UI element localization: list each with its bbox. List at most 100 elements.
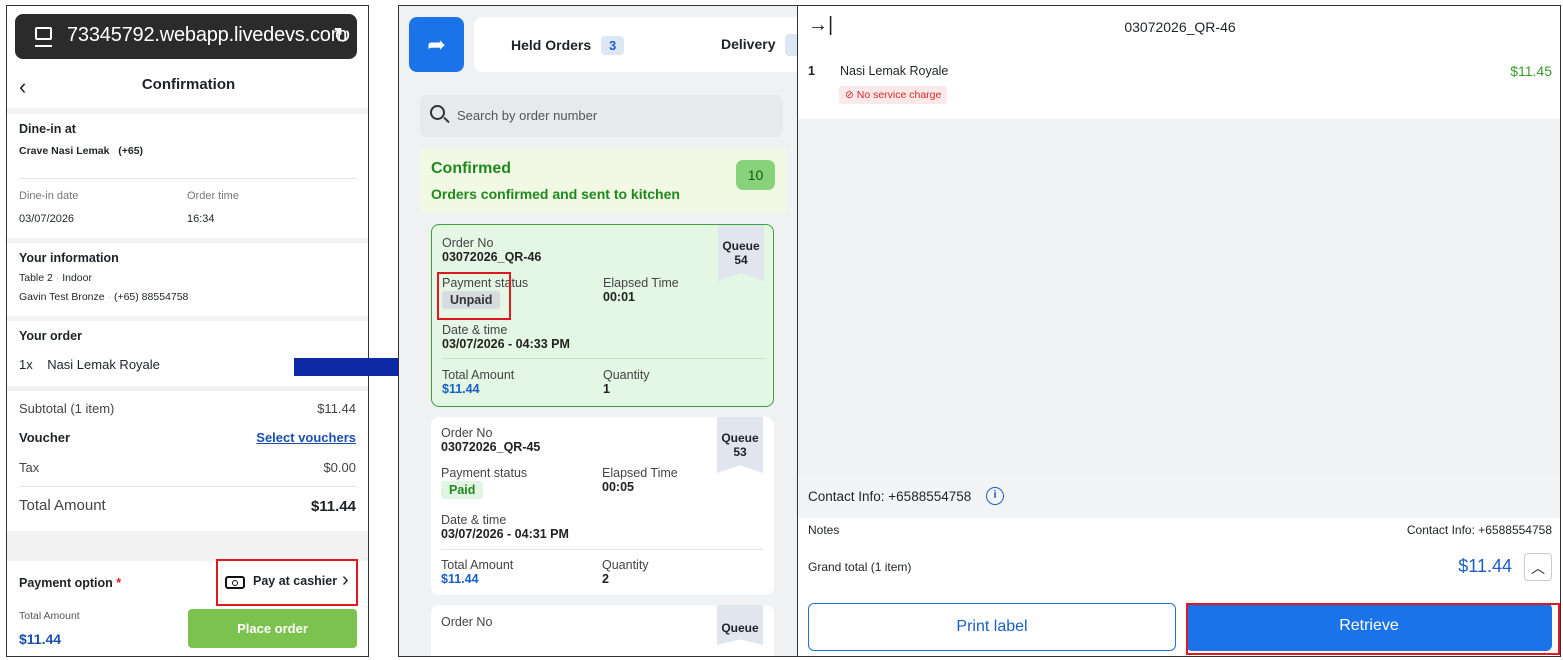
order-no-label: Order No bbox=[442, 236, 494, 250]
customer-confirmation-panel: 73345792.webapp.livedevs.com ↻ ‹ Confirm… bbox=[6, 5, 369, 657]
queue-tag: Queue bbox=[717, 605, 763, 645]
order-tabs: Held Orders 3 Delivery bbox=[474, 17, 797, 72]
cash-icon bbox=[225, 576, 245, 589]
chevron-right-icon: › bbox=[342, 569, 349, 591]
page-title: Confirmation bbox=[141, 76, 236, 93]
queue-tag: Queue 54 bbox=[718, 225, 764, 281]
divider bbox=[19, 486, 357, 487]
total-label: Total Amount bbox=[441, 558, 514, 572]
back-reply-button[interactable]: ➦ bbox=[409, 17, 464, 72]
retrieve-highlight bbox=[1186, 603, 1560, 655]
tabs-icon[interactable] bbox=[35, 27, 52, 47]
datetime-value: 03/07/2026 - 04:31 PM bbox=[441, 527, 569, 541]
payment-method-label: Pay at cashier bbox=[253, 574, 338, 588]
item-price: $11.45 bbox=[1510, 63, 1552, 79]
notes-label: Notes bbox=[808, 523, 840, 537]
quantity-label: Quantity bbox=[602, 558, 649, 572]
elapsed-label: Elapsed Time bbox=[602, 466, 678, 480]
queue-tag: Queue 53 bbox=[717, 417, 763, 473]
total-label: Total Amount bbox=[442, 368, 515, 382]
dine-in-date-label: Dine-in date bbox=[19, 190, 79, 202]
dine-in-date-value: 03/07/2026 bbox=[19, 213, 75, 225]
elapsed-value: 00:01 bbox=[603, 290, 635, 304]
payment-status-label: Payment status bbox=[441, 466, 528, 480]
table-info: Table 2 · Indoor bbox=[19, 272, 92, 284]
reload-icon[interactable]: ↻ bbox=[333, 23, 351, 49]
order-no-value: 03072026_QR-45 bbox=[441, 440, 541, 454]
payment-option-label: Payment option * bbox=[19, 576, 122, 590]
spacer-band bbox=[7, 531, 368, 561]
customer-info: Gavin Test Bronze · (+65) 88554758 bbox=[19, 291, 189, 303]
elapsed-label: Elapsed Time bbox=[603, 276, 679, 290]
divider bbox=[441, 549, 763, 550]
section-subtitle: Orders confirmed and sent to kitchen bbox=[431, 186, 680, 202]
contact-info-bar: Contact Info: +6588554758 i bbox=[798, 474, 1560, 518]
status-badge-paid: Paid bbox=[441, 481, 484, 499]
subtotal-value: $11.44 bbox=[317, 401, 356, 416]
no-service-charge-badge: ⊘ No service charge bbox=[839, 86, 948, 104]
item-list-empty-area bbox=[798, 119, 1560, 474]
elapsed-value: 00:05 bbox=[602, 480, 634, 494]
no-symbol-icon: ⊘ bbox=[845, 89, 854, 101]
order-search-input[interactable]: Search by order number bbox=[420, 95, 783, 137]
order-title: 03072026_QR-46 bbox=[1124, 19, 1236, 35]
info-icon[interactable]: i bbox=[986, 487, 1004, 505]
tax-value: $0.00 bbox=[323, 460, 356, 475]
held-orders-count: 3 bbox=[601, 36, 625, 55]
your-order-label: Your order bbox=[19, 329, 82, 343]
footer-total-value: $11.44 bbox=[19, 631, 62, 647]
tab-held-orders[interactable]: Held Orders 3 bbox=[511, 36, 625, 55]
your-information-label: Your information bbox=[19, 251, 119, 265]
notes-contact: Contact Info: +6588554758 bbox=[1406, 523, 1552, 537]
quantity-label: Quantity bbox=[603, 368, 650, 382]
order-no-label: Order No bbox=[441, 426, 493, 440]
divider bbox=[19, 178, 357, 179]
select-vouchers-link[interactable]: Select vouchers bbox=[256, 430, 356, 445]
item-name: Nasi Lemak Royale bbox=[840, 64, 949, 78]
quantity-value: 2 bbox=[602, 572, 609, 586]
total-amount-value: $11.44 bbox=[310, 498, 356, 515]
reply-arrow-icon: ➦ bbox=[427, 32, 446, 57]
order-item: 1x Nasi Lemak Royale bbox=[19, 357, 160, 372]
pay-at-cashier-selector[interactable]: Pay at cashier › bbox=[216, 559, 358, 606]
total-value: $11.44 bbox=[442, 382, 480, 396]
subtotal-label: Subtotal (1 item) bbox=[19, 401, 115, 416]
order-time-label: Order time bbox=[187, 190, 239, 202]
datetime-label: Date & time bbox=[442, 323, 508, 337]
divider bbox=[7, 108, 368, 114]
url-text: 73345792.webapp.livedevs.com bbox=[67, 24, 348, 46]
restaurant-name: Crave Nasi Lemak (+65) bbox=[19, 145, 144, 157]
order-time-value: 16:34 bbox=[187, 213, 215, 225]
tax-label: Tax bbox=[19, 460, 40, 475]
confirmed-section-header: Confirmed Orders confirmed and sent to k… bbox=[420, 149, 786, 213]
confirmed-count-badge: 10 bbox=[736, 160, 775, 190]
divider bbox=[7, 316, 368, 321]
contact-info-text: Contact Info: +6588554758 bbox=[808, 489, 972, 504]
divider bbox=[7, 238, 368, 243]
divider bbox=[442, 358, 764, 359]
search-placeholder: Search by order number bbox=[457, 108, 598, 123]
total-amount-label: Total Amount bbox=[19, 497, 106, 514]
browser-url-bar[interactable]: 73345792.webapp.livedevs.com ↻ bbox=[15, 14, 357, 59]
pos-order-list-panel: ➦ Held Orders 3 Delivery Search by order… bbox=[398, 5, 798, 657]
footer-total-label: Total Amount bbox=[19, 610, 80, 622]
section-title: Confirmed bbox=[431, 160, 511, 177]
unpaid-highlight bbox=[437, 272, 511, 320]
voucher-label: Voucher bbox=[19, 430, 71, 445]
dine-in-label: Dine-in at bbox=[19, 122, 76, 136]
place-order-button[interactable]: Place order bbox=[188, 609, 357, 648]
search-icon bbox=[430, 105, 450, 124]
order-no-value: 03072026_QR-46 bbox=[442, 250, 542, 264]
order-no-label: Order No bbox=[441, 615, 493, 629]
expand-chevron-up-icon[interactable]: ︿ bbox=[1524, 553, 1552, 581]
order-card-partial[interactable]: Order No Queue bbox=[431, 605, 774, 656]
order-card-qr-45[interactable]: Order No 03072026_QR-45 Queue 53 Payment… bbox=[431, 417, 774, 595]
print-label-button[interactable]: Print label bbox=[808, 603, 1176, 651]
datetime-label: Date & time bbox=[441, 513, 507, 527]
item-index: 1 bbox=[808, 64, 815, 78]
datetime-value: 03/07/2026 - 04:33 PM bbox=[442, 337, 570, 351]
total-value: $11.44 bbox=[441, 572, 479, 586]
quantity-value: 1 bbox=[603, 382, 610, 396]
grand-total-label: Grand total (1 item) bbox=[808, 560, 912, 574]
tab-delivery[interactable]: Delivery bbox=[721, 36, 775, 52]
